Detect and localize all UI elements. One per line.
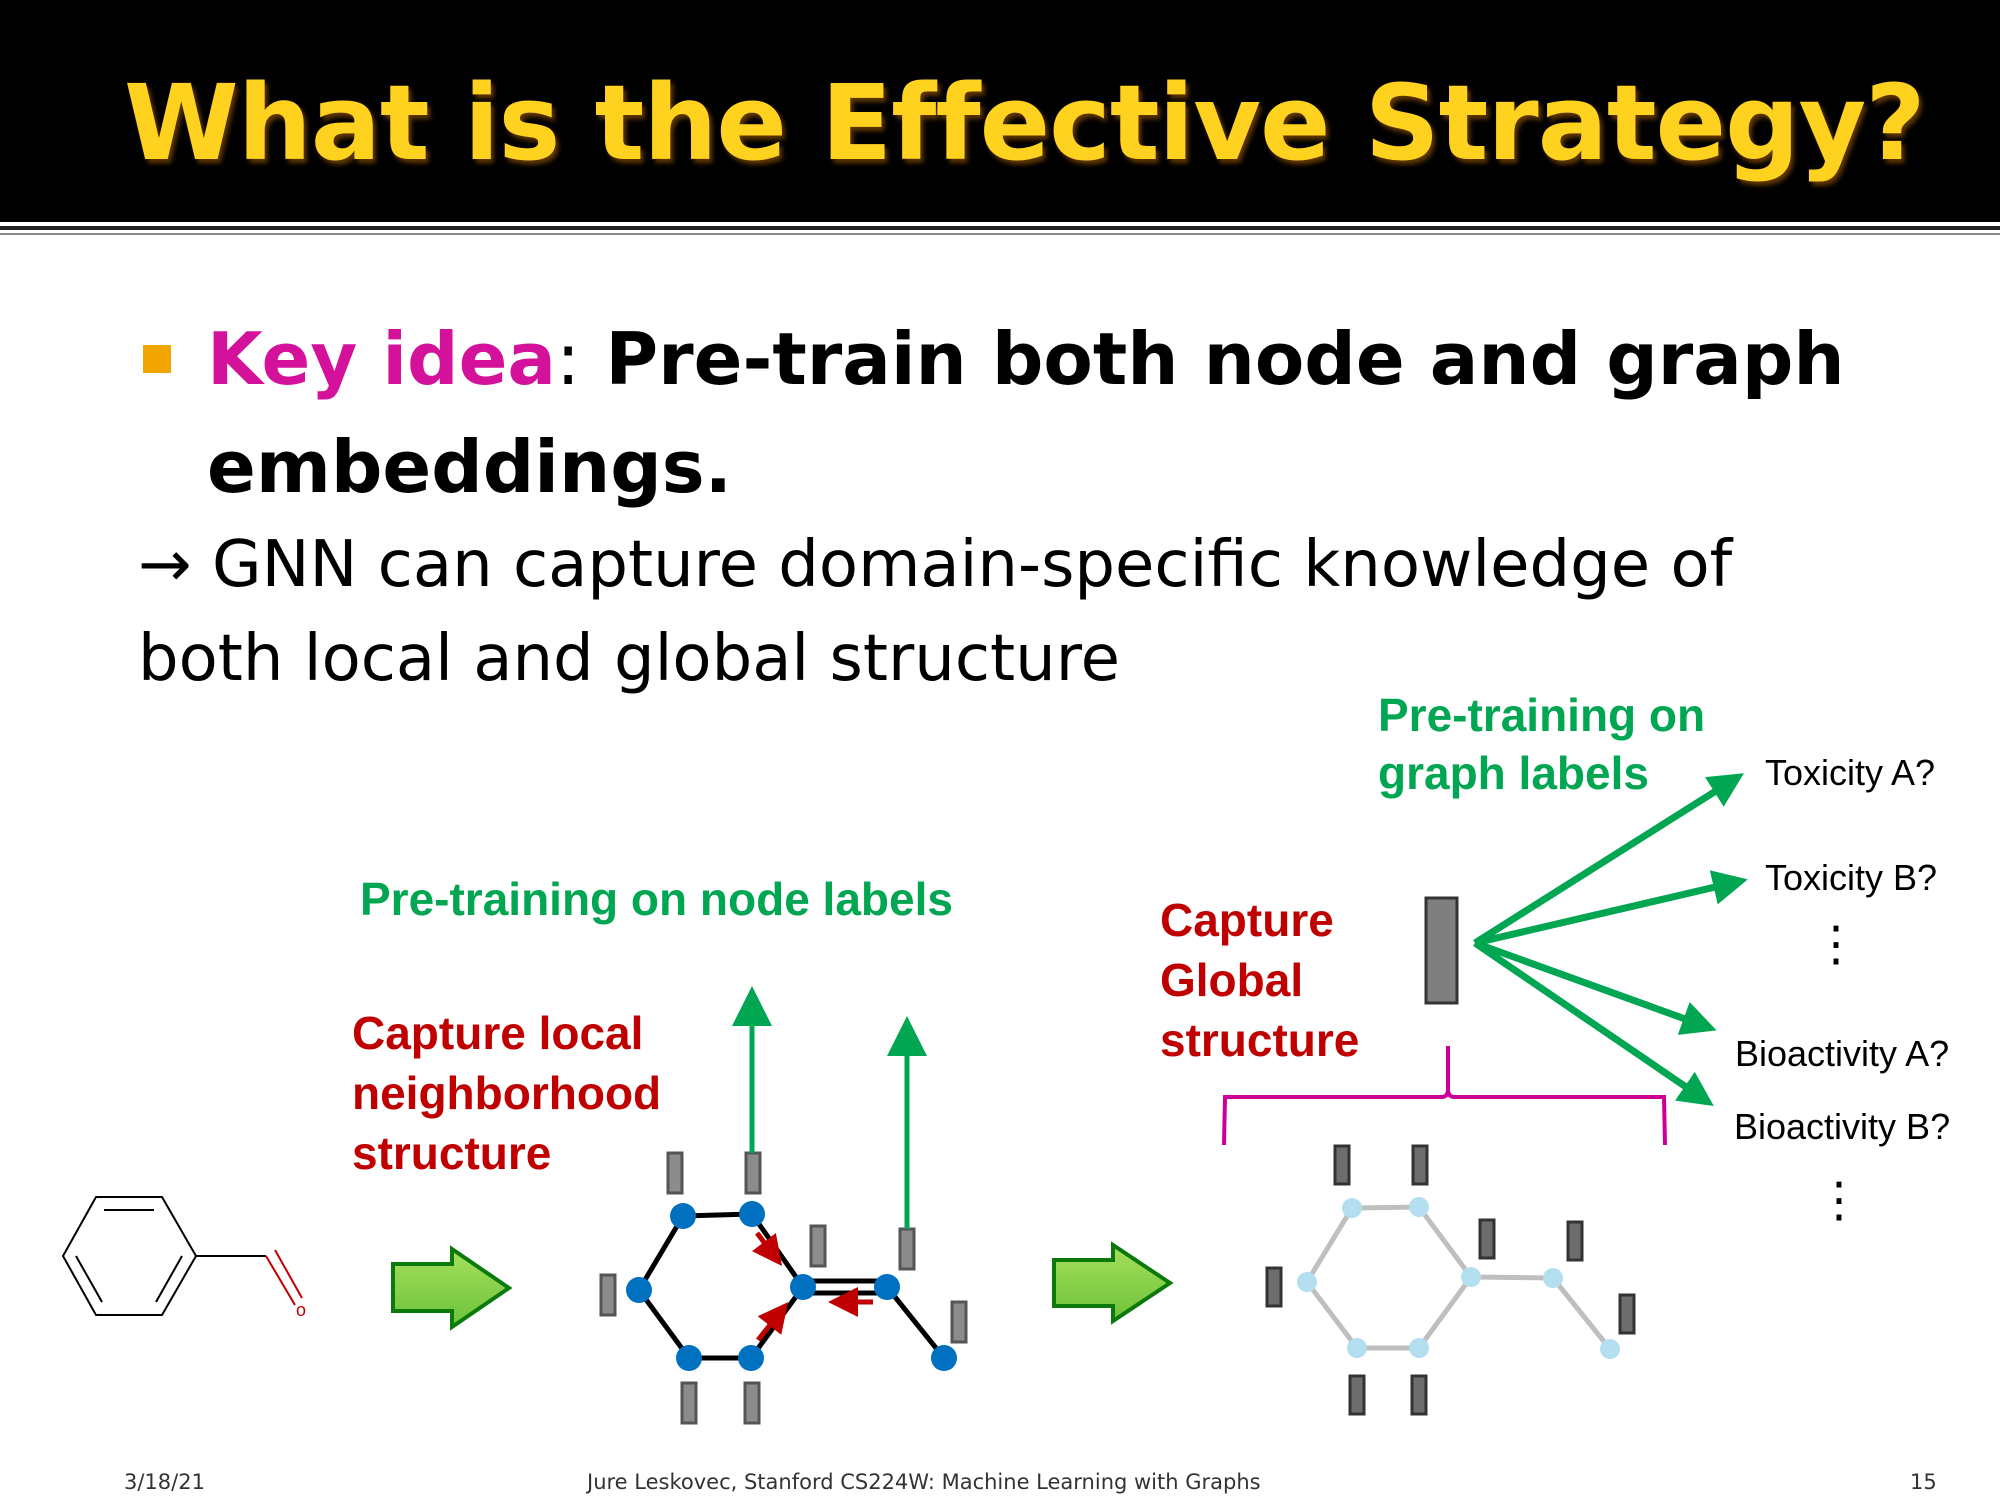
graph-embedding: [1424, 896, 1459, 1005]
footer-course: Jure Leskovec, Stanford CS224W: Machine …: [587, 1470, 1261, 1494]
pooling-brace: [1222, 1046, 1667, 1146]
footer-date: 3/18/21: [124, 1470, 205, 1494]
global-graph: [1222, 773, 1748, 1416]
diagram-graphics: [61, 773, 1748, 1425]
footer-page-number: 15: [1910, 1470, 1937, 1494]
right-arrow-icon-2: [1052, 1241, 1174, 1325]
molecule-drawing: [61, 1196, 303, 1316]
right-arrow-icon-1: [391, 1245, 513, 1331]
local-graph: [599, 986, 968, 1425]
